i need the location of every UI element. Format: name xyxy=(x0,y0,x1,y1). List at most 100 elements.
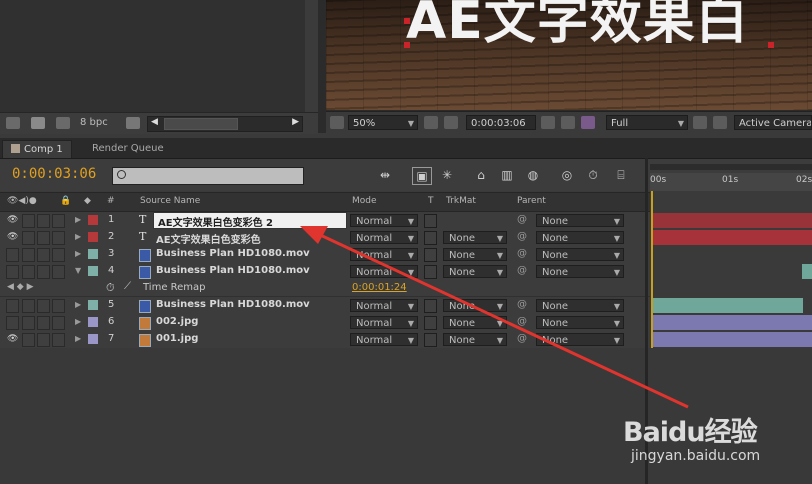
solo-toggle[interactable] xyxy=(37,316,50,330)
show-snapshot-icon[interactable] xyxy=(561,116,575,129)
visibility-eye-icon[interactable]: 👁 xyxy=(7,215,18,225)
current-time-indicator[interactable] xyxy=(651,191,653,348)
graph-icon[interactable]: ⟋ xyxy=(124,281,131,292)
pick-whip-icon[interactable]: @ xyxy=(517,214,527,225)
viewer-timecode[interactable]: 0:00:03:06 xyxy=(466,115,536,130)
layer-name[interactable]: AE文字效果白色变彩色 xyxy=(156,231,261,246)
layer-name[interactable]: Business Plan HD1080.mov xyxy=(156,248,310,259)
project-vertical-scrollbar[interactable] xyxy=(305,0,318,112)
label-color-swatch[interactable] xyxy=(88,266,98,276)
layer-row[interactable]: 👁 ▶ 7 001.jpg Normal ▼ None ▼ @ None ▼ xyxy=(0,331,650,349)
visibility-toggle[interactable] xyxy=(6,248,19,262)
lock-toggle[interactable] xyxy=(52,333,65,347)
toggle-mask-icon[interactable] xyxy=(444,116,458,129)
pick-whip-icon[interactable]: @ xyxy=(517,299,527,310)
parent-dropdown[interactable]: None ▼ xyxy=(536,316,624,329)
pick-whip-icon[interactable]: @ xyxy=(517,316,527,327)
parent-dropdown[interactable]: None ▼ xyxy=(536,299,624,312)
audio-toggle[interactable] xyxy=(22,248,35,262)
time-remap-value[interactable]: 0:00:01:24 xyxy=(352,282,407,293)
pick-whip-icon[interactable]: @ xyxy=(517,231,527,242)
label-color-swatch[interactable] xyxy=(88,232,98,242)
magnification-dropdown[interactable]: 50% ▼ xyxy=(348,115,418,130)
snapshot-icon[interactable] xyxy=(541,116,555,129)
layer-track-area[interactable] xyxy=(650,210,812,348)
parent-dropdown[interactable]: None ▼ xyxy=(536,333,624,346)
current-time-display[interactable]: 0:00:03:06 xyxy=(12,166,96,182)
lock-toggle[interactable] xyxy=(52,316,65,330)
blend-mode-dropdown[interactable]: Normal ▼ xyxy=(350,248,418,261)
blend-mode-dropdown[interactable]: Normal ▼ xyxy=(350,231,418,244)
track-matte-dropdown[interactable]: None ▼ xyxy=(443,316,507,329)
interpret-footage-icon[interactable] xyxy=(6,117,20,129)
stopwatch-icon[interactable]: ⏱ xyxy=(106,281,115,295)
twirl-expanded-icon[interactable]: ▼ xyxy=(75,266,81,275)
transparency-grid-icon[interactable] xyxy=(713,116,727,129)
visibility-toggle[interactable] xyxy=(6,299,19,313)
twirl-collapsed-icon[interactable]: ▶ xyxy=(75,249,81,258)
always-preview-icon[interactable] xyxy=(330,116,344,129)
trash-icon[interactable] xyxy=(126,117,140,129)
twirl-collapsed-icon[interactable]: ▶ xyxy=(75,232,81,241)
column-number[interactable]: # xyxy=(107,196,115,206)
parent-dropdown[interactable]: None ▼ xyxy=(536,214,624,227)
solo-toggle[interactable] xyxy=(37,248,50,262)
label-color-swatch[interactable] xyxy=(88,300,98,310)
column-mode[interactable]: Mode xyxy=(352,196,377,206)
label-color-swatch[interactable] xyxy=(88,334,98,344)
lock-toggle[interactable] xyxy=(52,265,65,279)
lock-toggle[interactable] xyxy=(52,299,65,313)
solo-toggle[interactable] xyxy=(37,231,50,245)
blend-mode-dropdown[interactable]: Normal ▼ xyxy=(350,333,418,346)
column-source-name[interactable]: Source Name xyxy=(140,196,200,206)
pick-whip-icon[interactable]: @ xyxy=(517,333,527,344)
layer-duration-bar[interactable] xyxy=(653,315,812,330)
safe-zones-icon[interactable] xyxy=(424,116,438,129)
preserve-transparency-toggle[interactable] xyxy=(424,299,437,313)
audio-toggle[interactable] xyxy=(22,231,35,245)
lock-icon[interactable]: 🔒 xyxy=(60,196,71,206)
scroll-right-icon[interactable]: ▶ xyxy=(292,117,299,127)
layer-row[interactable]: 👁 ▶ 1 T AE文字效果白色变彩色 2 Normal ▼ @ None ▼ xyxy=(0,212,650,230)
label-icon[interactable]: ◆ xyxy=(84,196,91,206)
composition-preview[interactable]: AE文字效果白 xyxy=(326,0,812,110)
label-color-swatch[interactable] xyxy=(88,317,98,327)
blend-mode-dropdown[interactable]: Normal ▼ xyxy=(350,299,418,312)
twirl-collapsed-icon[interactable]: ▶ xyxy=(75,215,81,224)
track-matte-dropdown[interactable]: None ▼ xyxy=(443,333,507,346)
layer-row[interactable]: ▼ 4 Business Plan HD1080.mov Normal ▼ None ▼ @ N… xyxy=(0,263,650,281)
layer-duration-bar[interactable] xyxy=(653,230,812,245)
visibility-toggle[interactable] xyxy=(6,316,19,330)
twirl-collapsed-icon[interactable]: ▶ xyxy=(75,334,81,343)
audio-toggle[interactable] xyxy=(22,299,35,313)
scroll-thumb[interactable] xyxy=(164,118,238,130)
audio-toggle[interactable] xyxy=(22,333,35,347)
layer-name[interactable]: Business Plan HD1080.mov xyxy=(156,265,310,276)
auto-keyframe-icon[interactable]: ⏱ xyxy=(584,167,602,183)
new-folder-icon[interactable] xyxy=(31,117,45,129)
transform-handle[interactable] xyxy=(768,42,774,48)
layer-row[interactable]: ▶ 3 Business Plan HD1080.mov Normal ▼ None ▼ @ N… xyxy=(0,246,650,264)
preserve-transparency-toggle[interactable] xyxy=(424,265,437,279)
keyframe-navigator-icon[interactable]: ◀ ◆ ▶ xyxy=(7,282,34,292)
time-navigator[interactable] xyxy=(650,164,812,170)
layer-name[interactable]: 001.jpg xyxy=(156,333,198,344)
time-scale[interactable]: 00s 01s 02s xyxy=(650,173,812,191)
blend-mode-dropdown[interactable]: Normal ▼ xyxy=(350,265,418,278)
layer-name[interactable]: 002.jpg xyxy=(156,316,198,327)
bit-depth-label[interactable]: 8 bpc xyxy=(80,117,108,128)
tab-render-queue[interactable]: Render Queue xyxy=(84,140,172,157)
graph-editor-icon[interactable]: ⌸ xyxy=(612,167,630,183)
layer-row[interactable]: 👁 ▶ 2 T AE文字效果白色变彩色 Normal ▼ None ▼ @ None ▼ xyxy=(0,229,650,247)
solo-toggle[interactable] xyxy=(37,299,50,313)
visibility-eye-icon[interactable]: 👁 xyxy=(7,232,18,242)
preserve-transparency-toggle[interactable] xyxy=(424,214,437,228)
audio-toggle[interactable] xyxy=(22,265,35,279)
visibility-eye-icon[interactable]: 👁 xyxy=(7,334,18,344)
new-composition-icon[interactable] xyxy=(56,117,70,129)
time-ruler[interactable]: 00s 01s 02s xyxy=(650,159,812,191)
layer-duration-bar[interactable] xyxy=(653,332,812,347)
track-matte-dropdown[interactable]: None ▼ xyxy=(443,231,507,244)
solo-toggle[interactable] xyxy=(37,265,50,279)
layer-name[interactable]: Business Plan HD1080.mov xyxy=(156,299,310,310)
